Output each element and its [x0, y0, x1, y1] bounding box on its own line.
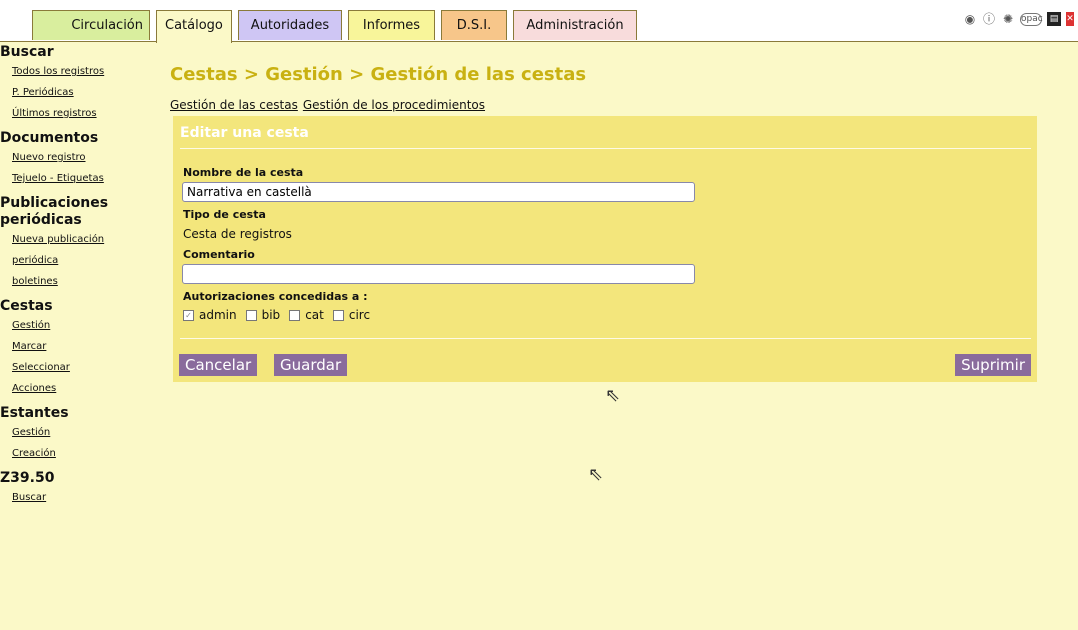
sidebar-group-buscar: Buscar Todos los registros P. Periódicas… [0, 44, 150, 124]
sub-navigation: Gestión de las cestas Gestión de los proc… [170, 98, 1040, 112]
sidebar-group-z3950: Z39.50 Buscar [0, 470, 150, 508]
panel-divider [180, 148, 1031, 149]
sidebar-item-cestas-gestion[interactable]: Gestión [0, 315, 150, 336]
checkbox-cat-label: cat [305, 308, 324, 322]
checkbox-admin-label: admin [199, 308, 237, 322]
tab-dsi[interactable]: D.S.I. [441, 10, 507, 40]
tab-administracion[interactable]: Administración [513, 10, 637, 40]
sidebar-item-z3950-buscar[interactable]: Buscar [0, 487, 150, 508]
top-bar: Circulación Catálogo Autoridades Informe… [0, 0, 1078, 43]
page-title: Cestas > Gestión > Gestión de las cestas [170, 64, 587, 85]
sidebar-item-creacion[interactable]: Creación [0, 443, 150, 464]
sidebar-item-nueva-publicacion[interactable]: Nueva publicación [0, 229, 150, 250]
edit-basket-panel: Editar una cesta Nombre de la cesta Tipo… [173, 116, 1037, 382]
help-icon[interactable]: ⓘ [982, 12, 996, 26]
save-button[interactable]: Guardar [274, 354, 348, 376]
sidebar-group-documentos: Documentos Nuevo registro Tejuelo - Etiq… [0, 130, 150, 189]
delete-button[interactable]: Suprimir [955, 354, 1031, 376]
authorizations-label: Autorizaciones concedidas a : [183, 290, 368, 303]
globe-icon[interactable]: ◉ [963, 12, 977, 26]
sidebar-heading-publicaciones: Publicaciones [0, 195, 109, 211]
tab-autoridades[interactable]: Autoridades [238, 10, 342, 40]
sidebar-heading-periodicas: periódicas [0, 212, 82, 228]
opac-icon[interactable]: opac [1020, 12, 1043, 26]
basket-type-value: Cesta de registros [183, 227, 292, 241]
main-content: Cestas > Gestión > Gestión de las cestas… [170, 64, 1040, 382]
checkbox-circ-label: circ [348, 308, 371, 322]
gear-icon[interactable]: ✺ [1001, 12, 1015, 26]
comment-input[interactable] [182, 264, 695, 284]
basket-name-input[interactable] [182, 182, 695, 202]
sidebar-item-todos-registros[interactable]: Todos los registros [0, 61, 150, 82]
authorizations-checkboxes: ✓ admin bib cat circ [183, 308, 379, 322]
sidebar-item-boletines[interactable]: boletines [0, 271, 150, 292]
sidebar-group-estantes: Estantes Gestión Creación [0, 405, 150, 464]
checkbox-admin[interactable]: ✓ [183, 309, 194, 321]
sidebar-item-periodica[interactable]: periódica [0, 250, 150, 271]
sidebar: Buscar Todos los registros P. Periódicas… [0, 44, 150, 514]
sidebar-heading-cestas: Cestas [0, 298, 53, 314]
mouse-cursor-icon-2: ⇖ [588, 464, 604, 485]
sidebar-item-seleccionar[interactable]: Seleccionar [0, 357, 150, 378]
main-tabs: Circulación Catálogo Autoridades Informe… [32, 10, 637, 43]
sidebar-item-nuevo-registro[interactable]: Nuevo registro [0, 147, 150, 168]
basket-name-label: Nombre de la cesta [183, 166, 304, 179]
panel-divider-bottom [180, 338, 1031, 339]
cancel-button[interactable]: Cancelar [179, 354, 258, 376]
sidebar-heading-documentos: Documentos [0, 130, 99, 146]
panel-title: Editar una cesta [180, 125, 309, 141]
mouse-cursor-icon: ⇖ [605, 385, 621, 406]
toolbar-icons: ◉ ⓘ ✺ opac ▤ ✕ [963, 12, 1074, 26]
sidebar-heading-z3950: Z39.50 [0, 470, 55, 486]
sidebar-heading-estantes: Estantes [0, 405, 69, 421]
tab-circulacion[interactable]: Circulación [32, 10, 150, 40]
sidebar-group-publicaciones: Publicaciones periódicas Nueva publicaci… [0, 195, 150, 292]
tab-catalogo[interactable]: Catálogo [156, 10, 232, 43]
checkbox-bib[interactable] [245, 309, 257, 321]
sidebar-item-ultimos-registros[interactable]: Últimos registros [0, 103, 150, 124]
save-icon[interactable]: ▤ [1047, 12, 1061, 26]
tab-informes[interactable]: Informes [348, 10, 435, 40]
basket-type-label: Tipo de cesta [183, 208, 266, 221]
sidebar-heading-buscar: Buscar [0, 44, 54, 60]
sidebar-item-tejuelo[interactable]: Tejuelo - Etiquetas [0, 168, 150, 189]
checkbox-bib-label: bib [261, 308, 281, 322]
sidebar-group-cestas: Cestas Gestión Marcar Seleccionar Accion… [0, 298, 150, 399]
checkbox-cat[interactable] [289, 309, 301, 321]
link-gestion-cestas[interactable]: Gestión de las cestas [170, 98, 298, 112]
sidebar-item-p-periodicas[interactable]: P. Periódicas [0, 82, 150, 103]
checkbox-circ[interactable] [332, 309, 344, 321]
sidebar-item-marcar[interactable]: Marcar [0, 336, 150, 357]
sidebar-item-acciones[interactable]: Acciones [0, 378, 150, 399]
link-gestion-procedimientos[interactable]: Gestión de los procedimientos [303, 98, 485, 112]
comment-label: Comentario [183, 248, 255, 261]
sidebar-item-estantes-gestion[interactable]: Gestión [0, 422, 150, 443]
exit-icon[interactable]: ✕ [1066, 12, 1074, 26]
